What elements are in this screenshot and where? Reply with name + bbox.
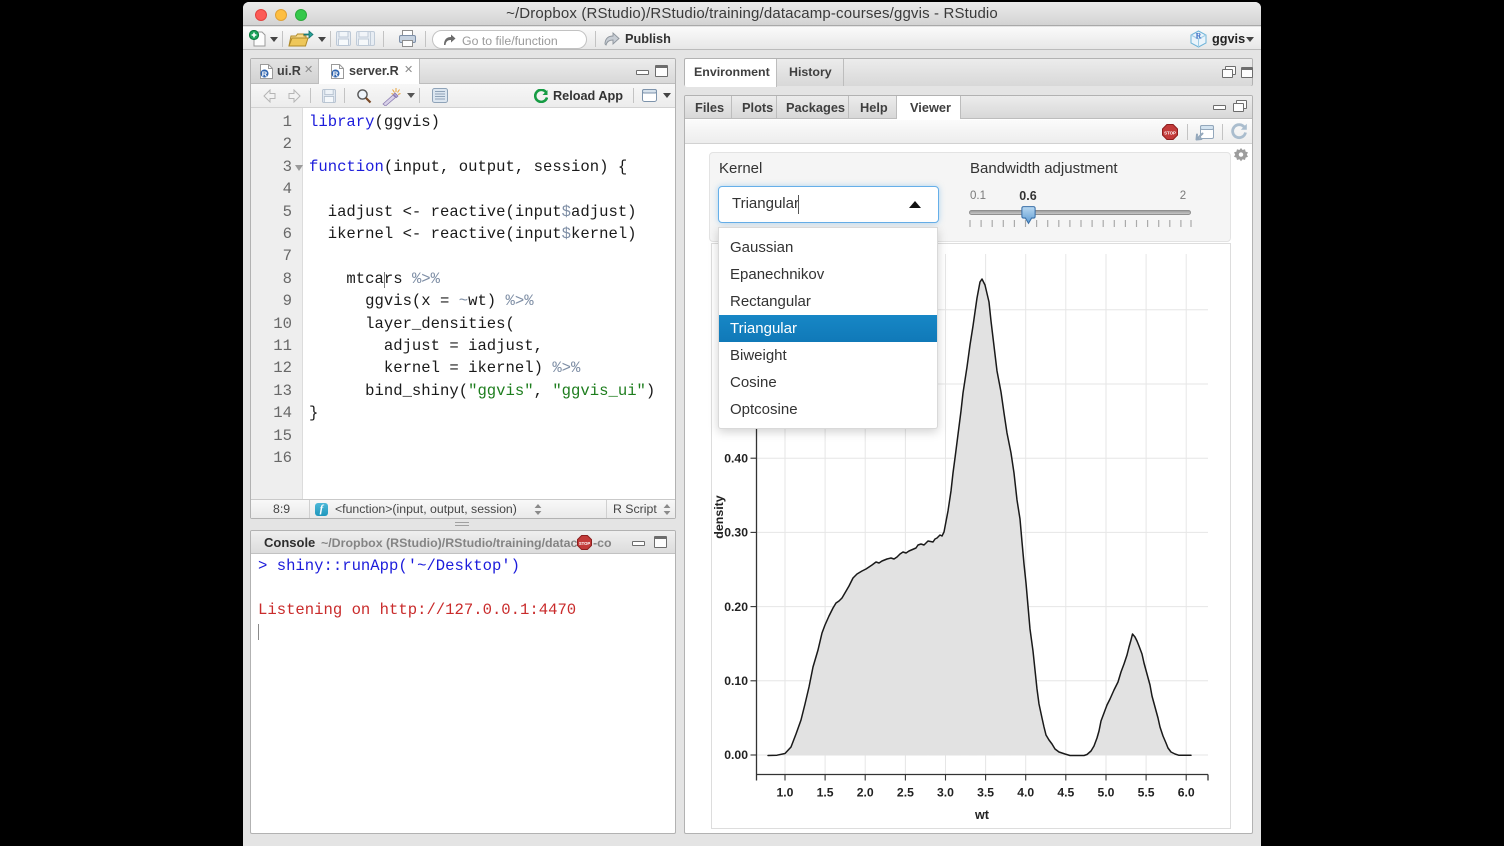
svg-text:1.0: 1.0 <box>777 786 794 800</box>
svg-text:R: R <box>333 69 339 78</box>
svg-text:0.20: 0.20 <box>724 600 748 614</box>
svg-text:wt: wt <box>974 808 990 822</box>
svg-text:4.5: 4.5 <box>1057 786 1074 800</box>
svg-text:0.10: 0.10 <box>724 674 748 688</box>
svg-text:R: R <box>1196 32 1202 41</box>
svg-text:2.5: 2.5 <box>897 786 914 800</box>
svg-text:2.0: 2.0 <box>857 786 874 800</box>
svg-text:STOP: STOP <box>579 541 591 546</box>
svg-text:3.0: 3.0 <box>937 786 954 800</box>
svg-text:4.0: 4.0 <box>1017 786 1034 800</box>
svg-text:density: density <box>712 495 726 538</box>
svg-text:6.0: 6.0 <box>1178 786 1195 800</box>
svg-text:0.00: 0.00 <box>724 748 748 762</box>
svg-text:5.5: 5.5 <box>1138 786 1155 800</box>
svg-text:STOP: STOP <box>1164 130 1176 135</box>
svg-text:1.5: 1.5 <box>817 786 834 800</box>
svg-text:3.5: 3.5 <box>977 786 994 800</box>
svg-text:5.0: 5.0 <box>1098 786 1115 800</box>
svg-text:R: R <box>262 69 268 78</box>
svg-text:0.40: 0.40 <box>724 451 748 465</box>
svg-text:0.30: 0.30 <box>724 526 748 540</box>
